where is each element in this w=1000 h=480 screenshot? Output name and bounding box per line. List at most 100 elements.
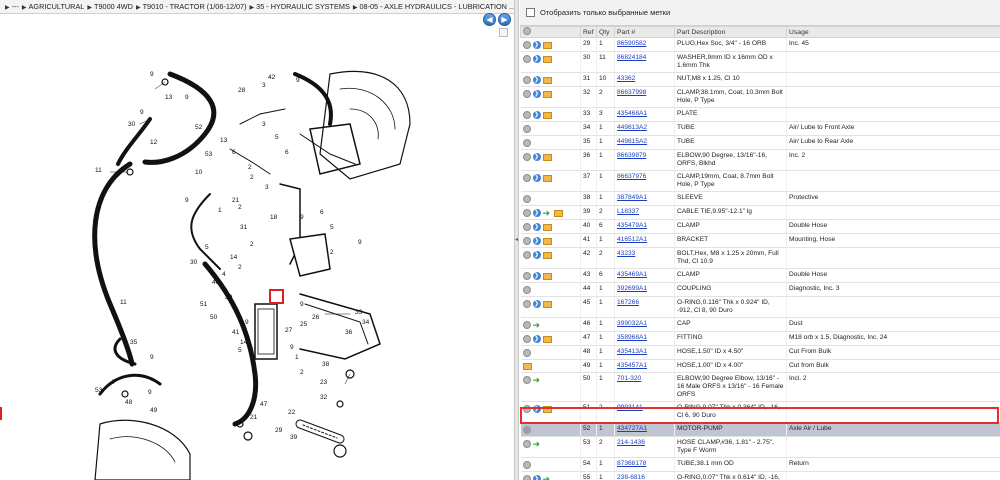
col-ref[interactable]: Ref <box>580 26 597 38</box>
breadcrumb-item[interactable]: ▶ 35 - HYDRAULIC SYSTEMS <box>250 2 350 11</box>
package-icon[interactable] <box>542 251 552 259</box>
info-icon[interactable]: ❯ <box>532 405 541 413</box>
col-qty[interactable]: Qty <box>596 26 615 38</box>
part-number-link[interactable]: 214-1436 <box>617 439 645 446</box>
breadcrumb-item[interactable]: ▶ T9000 4WD <box>87 2 133 11</box>
callout-label[interactable]: 13 <box>165 94 173 101</box>
callout-label[interactable]: 30 <box>190 259 198 266</box>
callout-label[interactable]: 5 <box>330 224 334 231</box>
callout-label[interactable]: 36 <box>345 329 353 336</box>
info-icon[interactable]: ❯ <box>532 251 541 259</box>
callout-label[interactable]: 14 <box>240 339 248 346</box>
panel-splitter[interactable]: ◂ <box>514 0 519 480</box>
table-row[interactable]: ❯ ➜ 39 2 L18337 CABLE TIE,9.95"-12.1" lg <box>520 205 1000 220</box>
select-icon[interactable] <box>522 376 531 384</box>
callout-label[interactable]: 9 <box>296 77 300 84</box>
package-icon[interactable] <box>542 223 552 231</box>
callout-label[interactable]: 2 <box>238 204 242 211</box>
callout-label[interactable]: 5 <box>205 244 209 251</box>
callout-label[interactable]: 25 <box>300 321 308 328</box>
callout-label[interactable]: 39 <box>290 434 298 441</box>
callout-label[interactable]: 29 <box>275 427 283 434</box>
substitute-arrow-icon[interactable]: ➜ <box>543 208 552 217</box>
select-all-icon[interactable] <box>523 27 531 35</box>
callout-label[interactable]: 4 <box>222 271 226 278</box>
table-row[interactable]: 38 1 387849A1 SLEEVE Protective <box>520 191 1000 206</box>
callout-label[interactable]: 9 <box>300 301 304 308</box>
table-row[interactable]: ❯ 47 1 358968A1 FITTING M18 orb x 1.5, Diagno… <box>520 331 1000 346</box>
callout-label[interactable]: 2 <box>248 164 252 171</box>
info-icon[interactable]: ❯ <box>532 209 541 217</box>
select-icon[interactable] <box>522 440 531 448</box>
callout-label[interactable]: 42 <box>268 74 276 81</box>
table-row[interactable]: ❯ 41 1 416512A1 BRACKET Mounting, Hose <box>520 233 1000 248</box>
part-number-link[interactable]: 399032A1 <box>617 320 647 327</box>
table-row[interactable]: 49 1 435457A1 HOSE,1.00" ID x 4.00" Cut from… <box>520 359 1000 373</box>
callout-label[interactable]: 26 <box>312 314 320 321</box>
callout-label[interactable]: 9 <box>185 197 189 204</box>
table-row[interactable]: ❯ 51 2 9993141 O-RING,0.07" Thk x 0.364" ID,… <box>520 401 1000 423</box>
table-row[interactable]: ❯ 32 2 86637998 CLAMP,38.1mm, Coat, 10.3mm B… <box>520 86 1000 108</box>
part-number-link[interactable]: 167266 <box>617 299 639 306</box>
table-row[interactable]: 52 1 434727A1 MOTOR-PUMP Axle Air / Lube <box>520 422 1000 437</box>
package-icon[interactable] <box>542 272 552 280</box>
part-number-link[interactable]: 416512A1 <box>617 236 647 243</box>
callout-label[interactable]: 9 <box>300 214 304 221</box>
callout-label[interactable]: 28 <box>238 87 246 94</box>
callout-label[interactable]: 9 <box>290 344 294 351</box>
callout-label[interactable]: 9 <box>150 354 154 361</box>
info-icon[interactable]: ❯ <box>532 90 541 98</box>
table-row[interactable]: 44 1 392699A1 COUPLING Diagnostic, Inc. 3 <box>520 282 1000 297</box>
callout-label[interactable]: 50 <box>210 314 218 321</box>
callout-label[interactable]: 41 <box>232 329 240 336</box>
callout-label[interactable]: 1 <box>218 207 222 214</box>
info-icon[interactable]: ❯ <box>532 55 541 63</box>
callout-label[interactable]: 22 <box>288 409 296 416</box>
part-number-link[interactable]: 86590582 <box>617 40 646 47</box>
part-number-link[interactable]: 434727A1 <box>617 425 647 432</box>
select-icon[interactable] <box>522 209 531 217</box>
table-row[interactable]: ❯ 45 1 167266 O-RING,0.116" Thk x 0.924" ID,… <box>520 296 1000 318</box>
table-row[interactable]: 34 1 449813A2 TUBE Air/ Lube to Front Axle <box>520 121 1000 136</box>
package-icon[interactable] <box>542 335 552 343</box>
select-icon[interactable] <box>522 272 531 280</box>
info-icon[interactable]: ❯ <box>532 300 541 308</box>
callout-label[interactable]: 53 <box>95 387 103 394</box>
callout-label[interactable]: 30 <box>225 294 233 301</box>
callout-label[interactable]: 1 <box>295 354 299 361</box>
table-row[interactable]: ❯ 29 1 86590582 PLUG,Hex Soc, 3/4" - 16 ORB I… <box>520 37 1000 52</box>
callout-label[interactable]: 18 <box>270 214 278 221</box>
callout-label[interactable]: 9 <box>140 109 144 116</box>
info-icon[interactable]: ❯ <box>532 111 541 119</box>
table-row[interactable]: ❯ 33 3 435468A1 PLATE <box>520 107 1000 122</box>
table-row[interactable]: 54 1 87368178 TUBE,38.1 mm OD Return <box>520 457 1000 472</box>
substitute-arrow-icon[interactable]: ➜ <box>533 375 542 384</box>
part-number-link[interactable]: 43233 <box>617 250 635 257</box>
package-icon[interactable] <box>542 405 552 413</box>
substitute-arrow-icon[interactable]: ➜ <box>543 474 552 480</box>
info-icon[interactable]: ❯ <box>532 272 541 280</box>
callout-label[interactable]: 47 <box>260 401 268 408</box>
info-icon[interactable]: ❯ <box>532 237 541 245</box>
callout-label[interactable]: 9 <box>245 319 249 326</box>
part-number-link[interactable]: 86824184 <box>617 54 646 61</box>
callout-label[interactable]: 48 <box>125 399 133 406</box>
part-number-link[interactable]: 387849A1 <box>617 194 647 201</box>
select-icon[interactable] <box>522 41 531 49</box>
select-icon[interactable] <box>522 475 531 480</box>
callout-label[interactable]: 21 <box>232 197 240 204</box>
table-row[interactable]: ❯ 37 1 86637976 CLAMP,19mm, Coat, 8.7mm Bolt… <box>520 170 1000 192</box>
select-icon[interactable] <box>522 237 531 245</box>
callout-label[interactable]: 6 <box>285 149 289 156</box>
part-number-link[interactable]: 701-320 <box>617 375 641 382</box>
callout-label[interactable]: 5 <box>238 347 242 354</box>
callout-label[interactable]: 35 <box>130 339 138 346</box>
callout-label[interactable]: 23 <box>320 379 328 386</box>
part-number-link[interactable]: 86637976 <box>617 173 646 180</box>
table-row[interactable]: ❯ 36 1 86639879 ELBOW,90 Degree, 13/16"-16, … <box>520 149 1000 171</box>
callout-label[interactable]: 5 <box>275 134 279 141</box>
table-row[interactable]: ❯ 31 10 43362 NUT,M8 x 1.25, Cl 10 <box>520 72 1000 87</box>
callout-label[interactable]: 9 <box>185 94 189 101</box>
table-row[interactable]: ❯ ➜ 55 1 238-6816 O-RING,0.07" Thk x 0.614" I… <box>520 471 1000 480</box>
select-icon[interactable] <box>522 335 531 343</box>
